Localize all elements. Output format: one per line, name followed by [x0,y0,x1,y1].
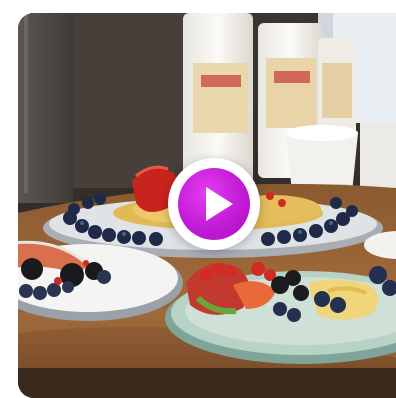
play-icon [206,187,233,221]
play-icon-circle [178,168,250,240]
video-card[interactable] [18,13,396,398]
play-button[interactable] [168,158,260,250]
